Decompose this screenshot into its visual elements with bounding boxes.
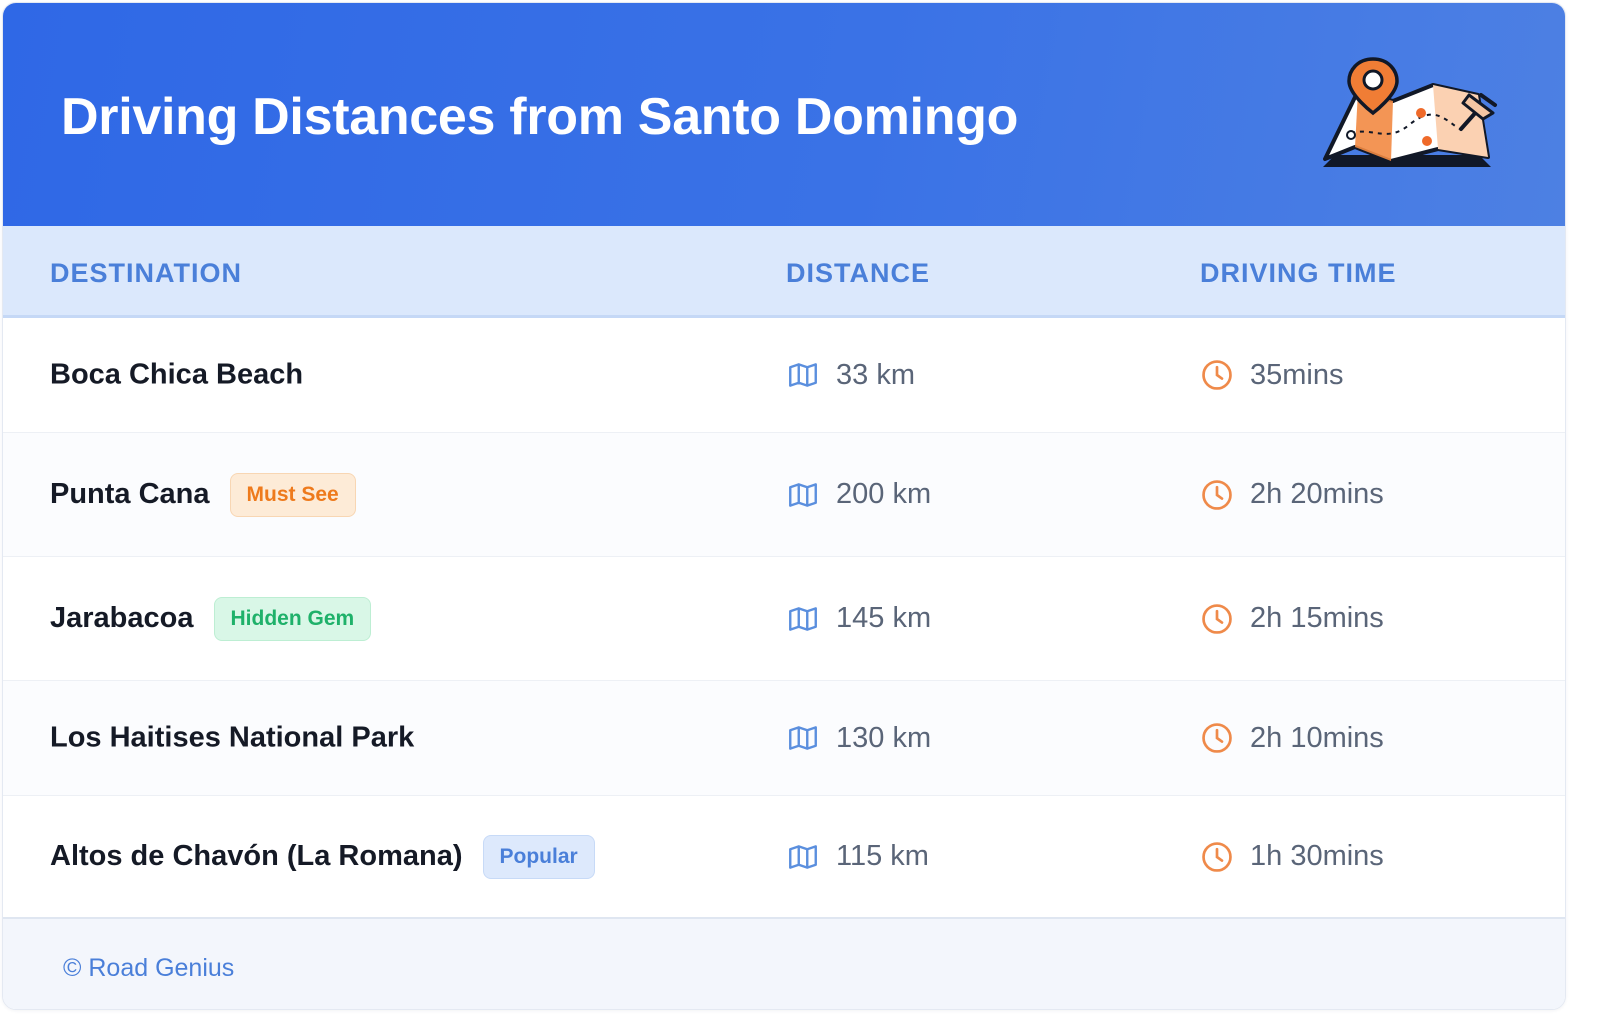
map-icon (789, 844, 817, 869)
distance-value: 115 km (836, 840, 929, 872)
distance-table-card: Driving Distances from Santo Domingo DES… (2, 2, 1566, 1010)
column-header-driving-time: DRIVING TIME (1200, 258, 1397, 288)
table-row: Punta Cana Must See 200 km 2h 20mins (3, 433, 1565, 557)
driving-time-value: 2h 20mins (1250, 478, 1384, 510)
destination-cell: Altos de Chavón (La Romana) Popular (50, 834, 595, 879)
destination-cell: Punta Cana Must See (50, 472, 356, 517)
distance-value: 33 km (836, 358, 915, 391)
column-header-distance: DISTANCE (786, 258, 931, 288)
distance-value: 200 km (836, 478, 932, 510)
clock-icon (1202, 723, 1232, 753)
distance-value: 145 km (836, 602, 932, 634)
table-header-row: DESTINATION DISTANCE DRIVING TIME (3, 226, 1565, 318)
driving-time-value: 2h 10mins (1250, 721, 1384, 754)
destination-cell: Los Haitises National Park (50, 722, 414, 755)
popular-badge: Popular (482, 834, 595, 879)
time-cell: 1h 30mins (1200, 840, 1384, 874)
column-header-destination: DESTINATION (50, 258, 242, 288)
map-icon (789, 606, 817, 631)
destination-name: Los Haitises National Park (50, 721, 415, 754)
copyright-text: © Road Genius (63, 954, 235, 982)
card-footer: © Road Genius (3, 917, 1565, 1009)
page-title: Driving Distances from Santo Domingo (61, 88, 1019, 146)
distance-cell: 200 km (786, 478, 931, 512)
map-icon (789, 726, 817, 750)
distance-value: 130 km (836, 721, 932, 754)
destination-name: Punta Cana (50, 478, 210, 510)
time-cell: 2h 10mins (1200, 721, 1384, 755)
map-icon (789, 482, 817, 507)
time-cell: 2h 15mins (1200, 602, 1384, 636)
destination-name: Boca Chica Beach (50, 358, 304, 391)
hidden-gem-badge: Hidden Gem (213, 596, 372, 641)
distance-cell: 130 km (786, 721, 931, 755)
distance-cell: 115 km (786, 840, 929, 874)
table-row: Altos de Chavón (La Romana) Popular 115 … (3, 796, 1565, 917)
distance-cell: 33 km (786, 358, 915, 392)
clock-icon (1202, 841, 1232, 872)
destination-name: Jarabacoa (50, 602, 194, 634)
table-row: Jarabacoa Hidden Gem 145 km 2h 15mins (3, 557, 1565, 681)
distance-cell: 145 km (786, 602, 931, 636)
driving-time-value: 1h 30mins (1250, 840, 1384, 872)
table-row: Los Haitises National Park 130 km 2h 10m… (3, 681, 1565, 796)
clock-icon (1202, 603, 1232, 634)
table-row: Boca Chica Beach 33 km 35mins (3, 318, 1565, 433)
destination-name: Altos de Chavón (La Romana) (50, 840, 463, 872)
clock-icon (1202, 479, 1232, 510)
time-cell: 35mins (1200, 358, 1344, 392)
driving-time-value: 2h 15mins (1250, 602, 1384, 634)
driving-time-value: 35mins (1250, 358, 1344, 391)
map-icon (789, 363, 817, 387)
card-header: Driving Distances from Santo Domingo (3, 3, 1565, 226)
time-cell: 2h 20mins (1200, 478, 1384, 512)
clock-icon (1202, 360, 1232, 390)
destination-cell: Boca Chica Beach (50, 359, 303, 392)
map-pin-illustration-icon (1323, 57, 1497, 167)
destination-cell: Jarabacoa Hidden Gem (50, 596, 372, 641)
must-see-badge: Must See (229, 472, 356, 517)
